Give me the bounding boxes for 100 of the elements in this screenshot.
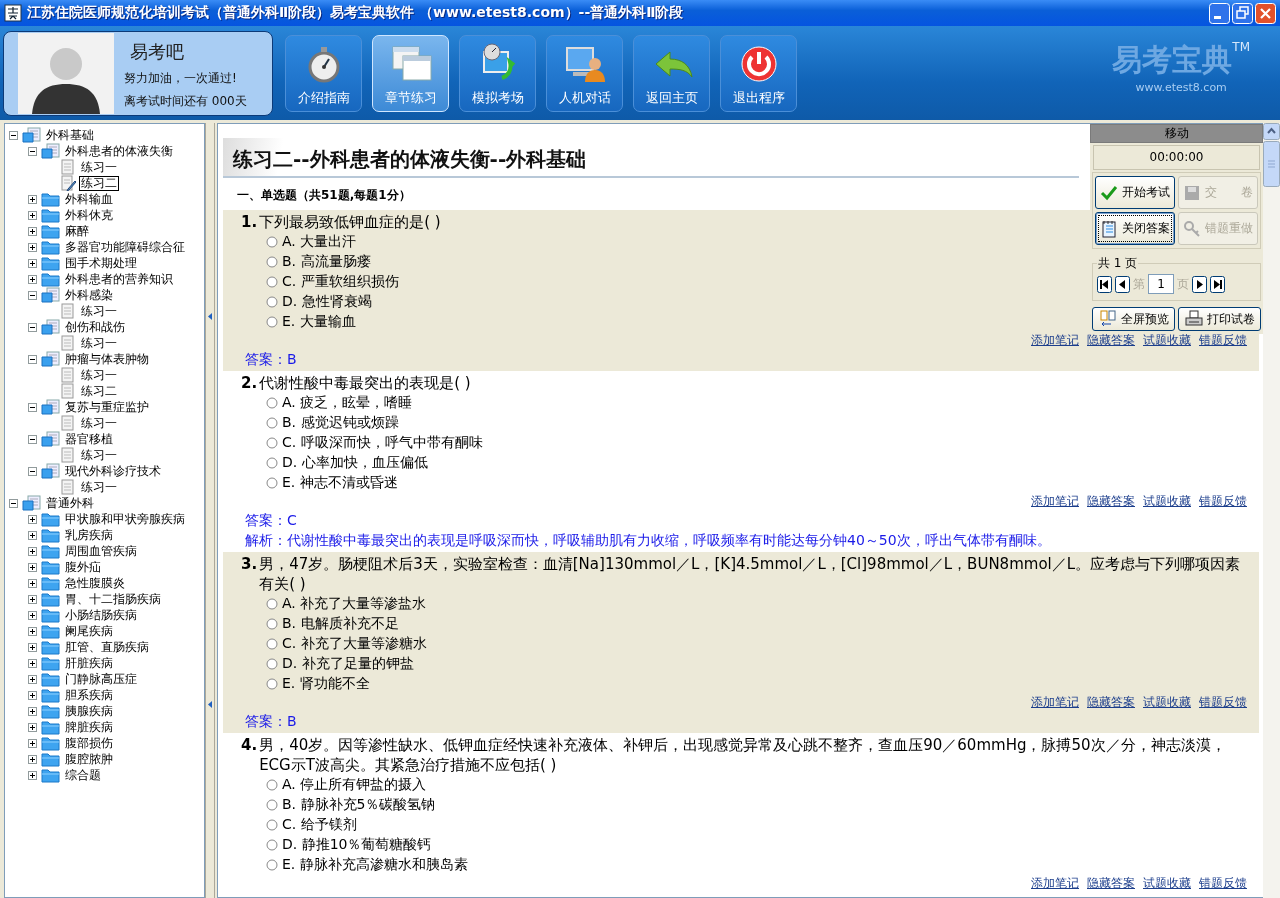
action-link[interactable]: 试题收藏 [1143,332,1191,349]
panel-button[interactable]: 开始考试 [1095,176,1175,209]
radio-button[interactable] [266,256,278,268]
radio-button[interactable] [266,779,278,791]
expand-icon[interactable] [28,258,37,268]
tree-item[interactable]: 腹外疝 [63,559,103,575]
expand-icon[interactable] [28,226,37,236]
expand-icon[interactable] [28,530,37,540]
expand-icon[interactable] [28,690,37,700]
collapse-icon[interactable] [28,434,37,444]
action-link[interactable]: 隐藏答案 [1087,694,1135,711]
tree-item[interactable]: 器官移植 [63,431,115,447]
collapse-icon[interactable] [9,130,18,140]
expand-icon[interactable] [28,610,37,620]
tree-item[interactable]: 练习一 [79,415,119,431]
radio-button[interactable] [266,799,278,811]
collapse-icon[interactable] [28,402,37,412]
action-link[interactable]: 试题收藏 [1143,875,1191,892]
tree-item[interactable]: 阑尾疾病 [63,623,115,639]
radio-button[interactable] [266,276,278,288]
drag-handle[interactable]: 移动 [1090,124,1263,143]
tree-item[interactable]: 小肠结肠疾病 [63,607,139,623]
page-input[interactable]: 1 [1148,274,1174,294]
toolbar-button[interactable]: 模拟考场 [459,34,536,112]
scrollbar-thumb[interactable] [1263,141,1280,187]
tree-item[interactable]: 急性腹膜炎 [63,575,127,591]
action-link[interactable]: 添加笔记 [1031,332,1079,349]
tree-item[interactable]: 外科输血 [63,191,115,207]
tree-item[interactable]: 麻醉 [63,223,91,239]
expand-icon[interactable] [28,562,37,572]
scroll-up-button[interactable] [1263,123,1280,140]
radio-button[interactable] [266,678,278,690]
expand-icon[interactable] [28,754,37,764]
next-page-button[interactable] [1192,275,1207,293]
expand-icon[interactable] [28,706,37,716]
collapse-icon[interactable] [28,146,37,156]
action-link[interactable]: 试题收藏 [1143,493,1191,510]
radio-button[interactable] [266,638,278,650]
collapse-icon[interactable] [28,466,37,476]
tree-item[interactable]: 门静脉高压症 [63,671,139,687]
radio-button[interactable] [266,658,278,670]
tree-item[interactable]: 胆系疾病 [63,687,115,703]
expand-icon[interactable] [28,578,37,588]
action-link[interactable]: 隐藏答案 [1087,493,1135,510]
tree-item[interactable]: 甲状腺和甲状旁腺疾病 [63,511,187,527]
panel-button[interactable]: 关闭答案 [1095,212,1175,245]
collapse-icon[interactable] [28,354,37,364]
maximize-button[interactable] [1232,2,1253,24]
radio-button[interactable] [266,236,278,248]
radio-button[interactable] [266,316,278,328]
expand-icon[interactable] [28,658,37,668]
expand-icon[interactable] [28,242,37,252]
tree-item[interactable]: 练习二 [79,383,119,399]
tree-item[interactable]: 综合题 [63,767,103,783]
expand-icon[interactable] [28,770,37,780]
action-link[interactable]: 错题反馈 [1199,332,1247,349]
tree-item[interactable]: 肛管、直肠疾病 [63,639,151,655]
tree-item[interactable]: 外科感染 [63,287,115,303]
radio-button[interactable] [266,598,278,610]
tree-item[interactable]: 外科患者的营养知识 [63,271,175,287]
expand-icon[interactable] [28,738,37,748]
tree-item[interactable]: 练习二 [79,175,119,191]
radio-button[interactable] [266,417,278,429]
previous-page-button[interactable] [1115,275,1130,293]
tree-item[interactable]: 复苏与重症监护 [63,399,151,415]
tree-item[interactable]: 现代外科诊疗技术 [63,463,163,479]
close-button[interactable] [1255,2,1276,24]
radio-button[interactable] [266,457,278,469]
tree-item[interactable]: 练习一 [79,335,119,351]
radio-button[interactable] [266,839,278,851]
radio-button[interactable] [266,859,278,871]
tree-item[interactable]: 胰腺疾病 [63,703,115,719]
tree-item[interactable]: 多器官功能障碍综合征 [63,239,187,255]
tree-item[interactable]: 外科患者的体液失衡 [63,143,175,159]
action-link[interactable]: 添加笔记 [1031,694,1079,711]
expand-icon[interactable] [28,642,37,652]
radio-button[interactable] [266,618,278,630]
panel-button[interactable]: 全屏预览 [1092,307,1175,331]
tree-item[interactable]: 练习一 [79,159,119,175]
minimize-button[interactable] [1209,2,1230,24]
action-link[interactable]: 错题反馈 [1199,493,1247,510]
tree-item[interactable]: 练习一 [79,479,119,495]
tree-item[interactable]: 乳房疾病 [63,527,115,543]
tree-item[interactable]: 创伤和战伤 [63,319,127,335]
tree-item[interactable]: 练习一 [79,447,119,463]
toolbar-button[interactable]: 人机对话 [546,34,623,112]
action-link[interactable]: 添加笔记 [1031,493,1079,510]
tree-item[interactable]: 外科基础 [44,127,96,143]
toolbar-button[interactable]: 退出程序 [720,34,797,112]
expand-icon[interactable] [28,274,37,284]
action-link[interactable]: 错题反馈 [1199,875,1247,892]
toolbar-button[interactable]: 介绍指南 [285,34,362,112]
expand-icon[interactable] [28,194,37,204]
tree-item[interactable]: 肝脏疾病 [63,655,115,671]
expand-icon[interactable] [28,674,37,684]
tree-item[interactable]: 肿瘤与体表肿物 [63,351,151,367]
radio-button[interactable] [266,437,278,449]
expand-icon[interactable] [28,626,37,636]
collapse-icon[interactable] [28,290,37,300]
tree-item[interactable]: 腹部损伤 [63,735,115,751]
